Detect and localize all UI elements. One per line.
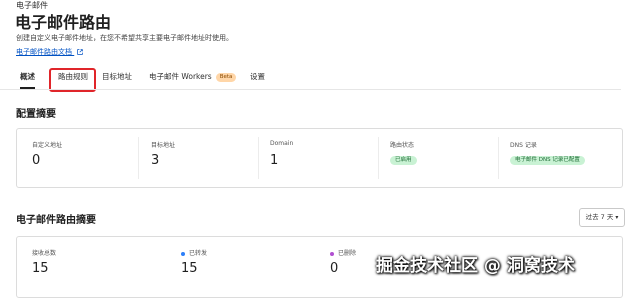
dropped-dot-icon [330, 251, 334, 256]
beta-badge: Beta [215, 72, 237, 82]
docs-link-label[interactable]: 电子邮件路由文档 [16, 48, 72, 56]
tab-bar: 概述 路由规则 目标地址 电子邮件 Workers Beta 设置 [16, 67, 621, 89]
stat-label: Domain [270, 140, 294, 147]
tab-email-workers-label[interactable]: 电子邮件 Workers [149, 72, 212, 81]
chevron-down-icon: ▾ [615, 214, 619, 221]
dns-status-badge: 电子邮件 DNS 记录已配置 [510, 156, 585, 165]
time-range-select[interactable]: 过去 7 天 ▾ [579, 208, 625, 227]
tab-destination-addresses[interactable]: 目标地址 [102, 67, 132, 87]
stat-label: 路由状态 [390, 142, 415, 149]
stat-label: 接收总数 [32, 250, 57, 257]
page-description: 创建自定义电子邮件地址，在您不希望共享主要电子邮件地址时使用。 [16, 34, 233, 42]
stat-label: 自定义地址 [32, 142, 63, 149]
stat-value: 1 [270, 153, 279, 168]
stat-divider [138, 137, 139, 179]
stat-divider [498, 137, 499, 179]
stat-label-text: 已转发 [189, 250, 208, 257]
tab-email-workers[interactable]: 电子邮件 Workers Beta [149, 67, 237, 87]
stat-label: 已转发 [181, 248, 207, 257]
stat-label: 目标地址 [151, 142, 176, 149]
config-summary-card: 自定义地址 0 目标地址 3 Domain 1 路由状态 已启用 DNS 记录 … [16, 128, 623, 188]
stat-divider [378, 137, 379, 179]
stat-value: 15 [32, 261, 49, 276]
tab-overview[interactable]: 概述 [20, 67, 35, 89]
stat-value: 0 [330, 261, 339, 276]
stat-value: 15 [181, 261, 198, 276]
forwarded-dot-icon [181, 251, 185, 256]
tab-settings[interactable]: 设置 [250, 67, 265, 87]
page-title: 电子邮件路由 [15, 13, 112, 32]
stat-label: DNS 记录 [510, 142, 537, 149]
config-summary-title: 配置摘要 [16, 109, 56, 120]
docs-link[interactable]: 电子邮件路由文档 [16, 47, 83, 57]
external-link-icon [77, 49, 83, 55]
stat-value: 0 [32, 153, 41, 168]
watermark: 掘金技术社区 @ 洞窝技术 [376, 256, 575, 276]
time-range-value[interactable]: 过去 7 天 [586, 213, 614, 221]
stat-divider [258, 137, 259, 179]
stat-label-text: 已删除 [338, 250, 357, 257]
tabs-divider [0, 89, 621, 90]
stat-label: 已删除 [330, 248, 356, 257]
routing-summary-title: 电子邮件路由摘要 [16, 215, 96, 226]
status-badge: 已启用 [390, 156, 417, 165]
stat-value: 3 [151, 153, 160, 168]
